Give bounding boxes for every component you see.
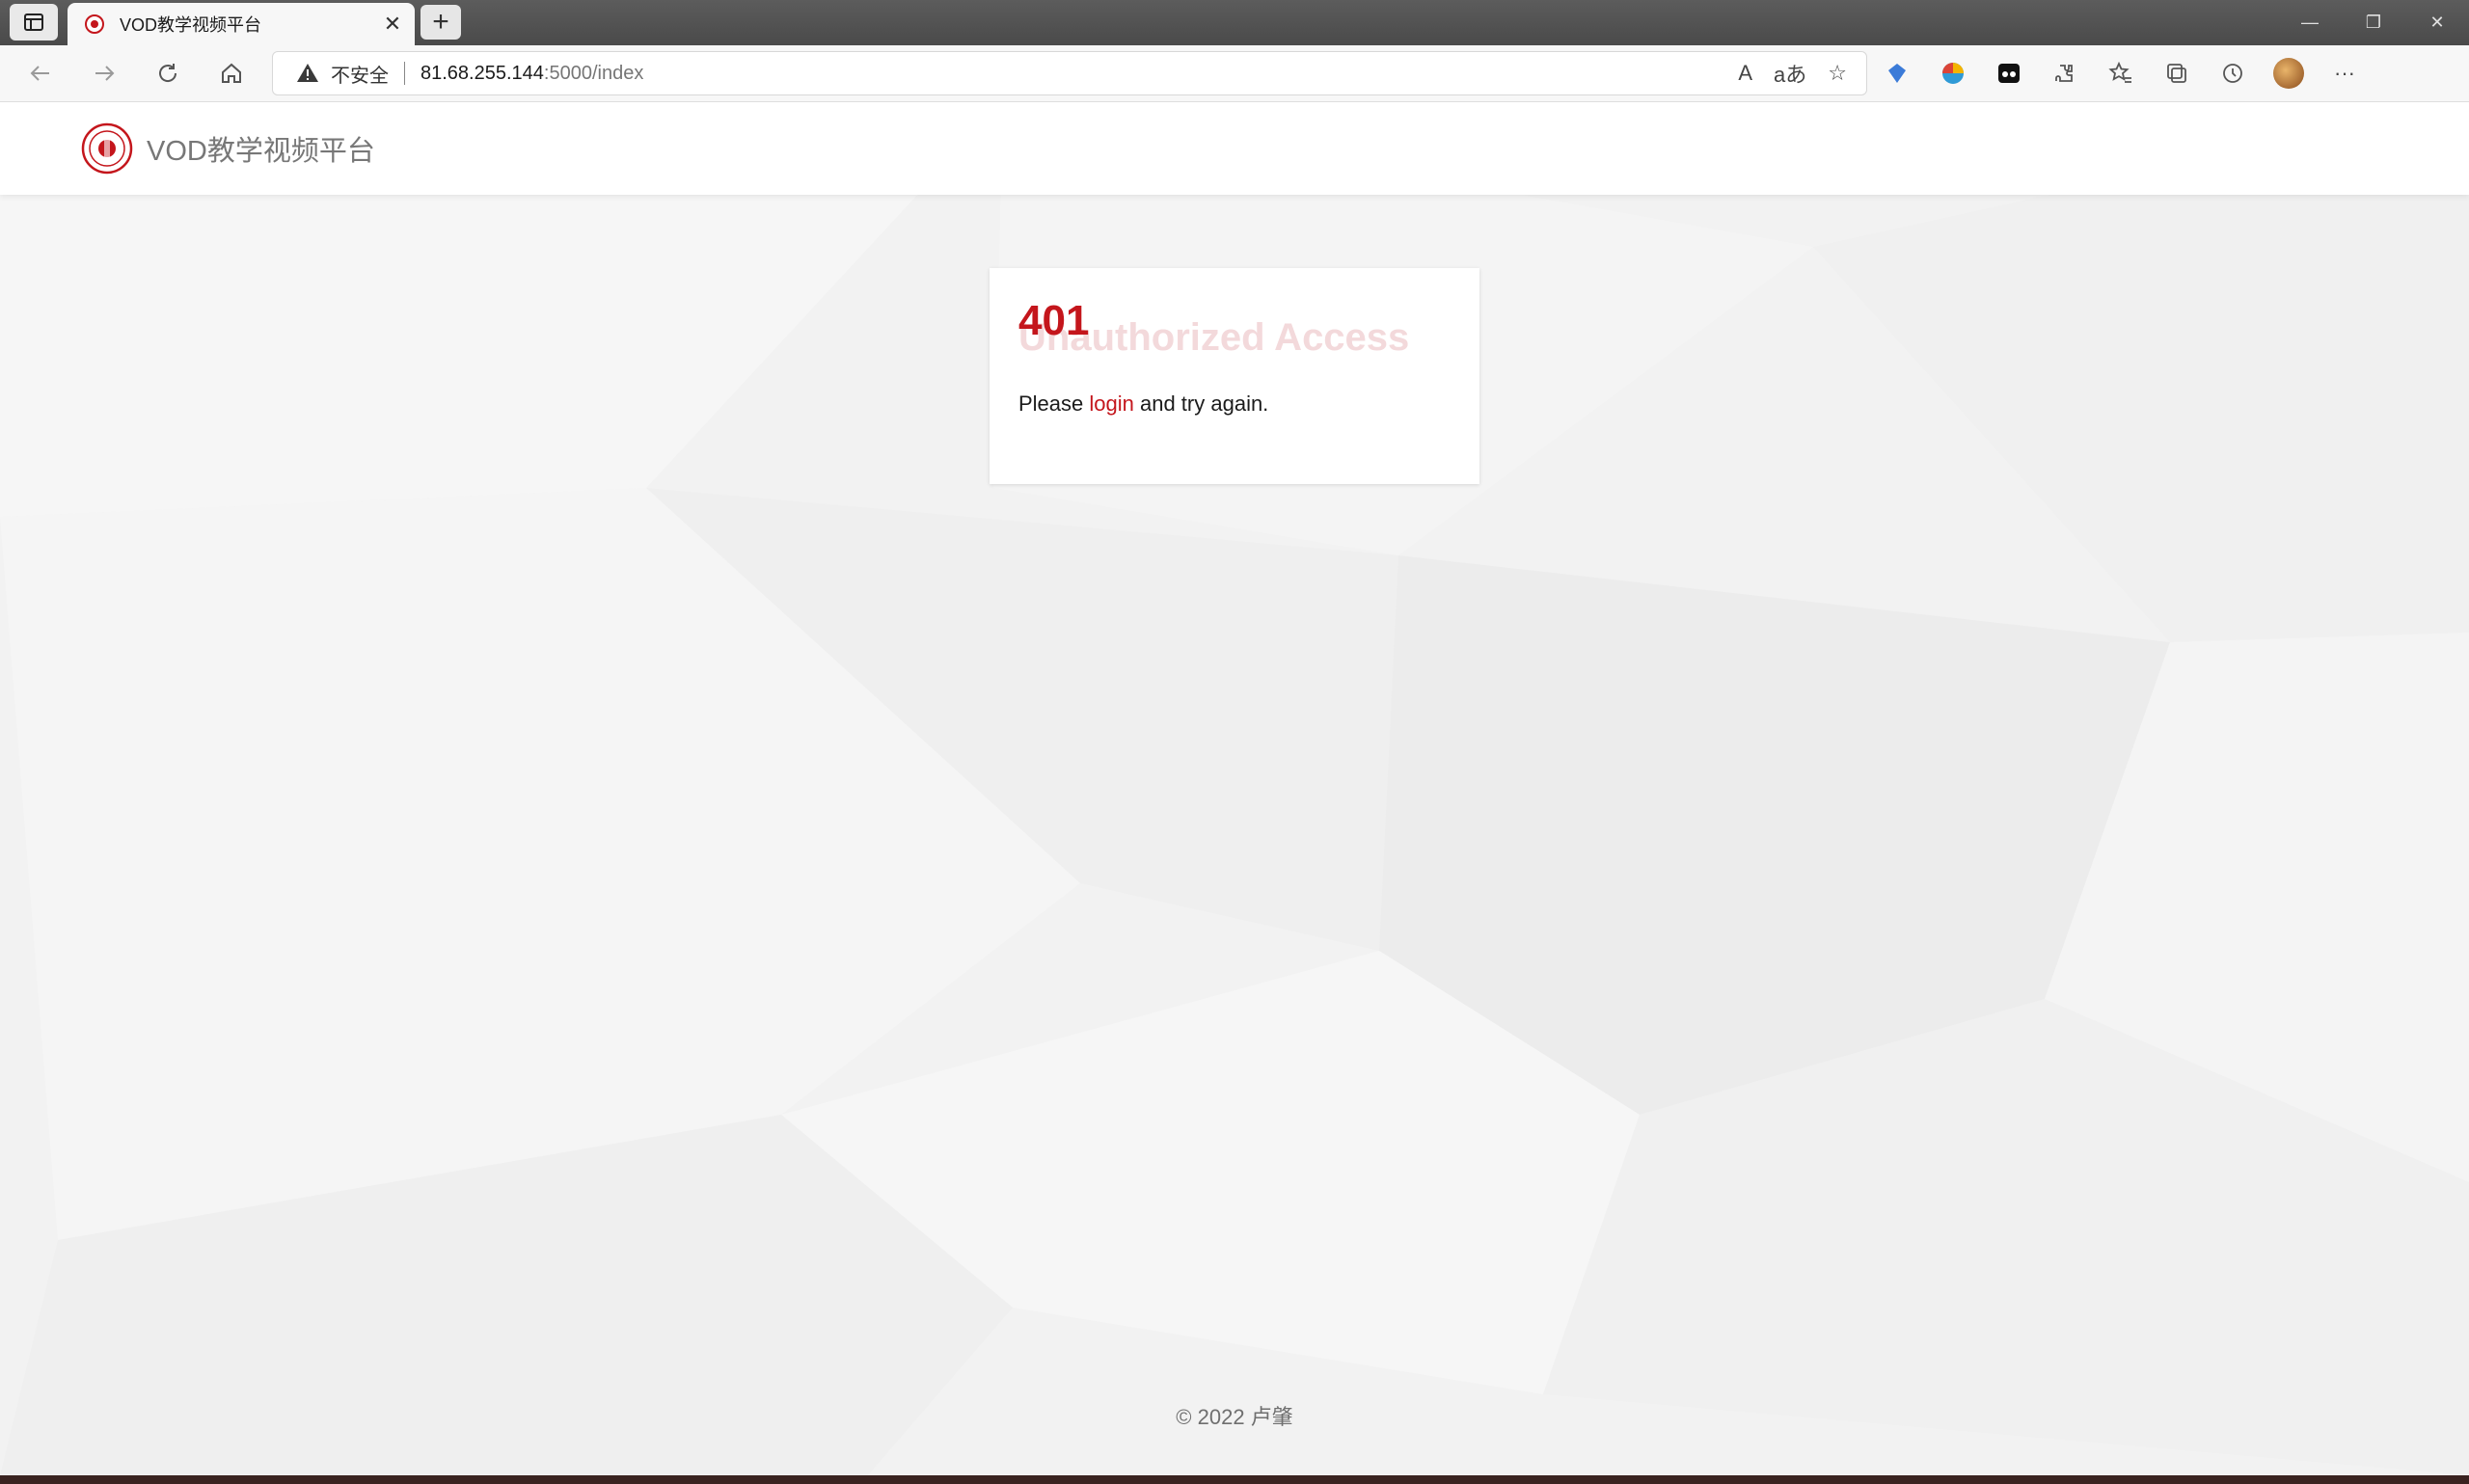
close-window-button[interactable]: ✕ [2405,0,2469,45]
extension-mask-icon[interactable] [1993,57,2025,90]
url-host: 81.68.255.144 [421,62,544,84]
back-button[interactable] [21,57,60,90]
extensions-area: ··· [1881,57,2361,90]
avatar [2273,58,2304,89]
browser-tab[interactable]: VOD教学视频平台 ✕ [68,3,415,45]
login-link[interactable]: login [1089,391,1133,416]
new-tab-button[interactable]: + [421,5,461,40]
home-icon [222,63,241,83]
address-bar[interactable]: 不安全 81.68.255.144 :5000/index A aあ ☆ [272,51,1867,95]
url-path: :5000/index [543,62,644,84]
refresh-icon [159,64,177,82]
refresh-button[interactable] [149,57,187,90]
error-code: 401 [1018,297,1090,344]
history-icon[interactable] [2216,57,2249,90]
message-prefix: Please [1018,391,1090,416]
add-favorite-icon[interactable]: ☆ [1828,61,1847,86]
read-aloud-icon[interactable]: A [1738,61,1752,86]
maximize-button[interactable]: ❐ [2342,0,2405,45]
browser-tabstrip: VOD教学视频平台 ✕ + — ❐ ✕ [0,0,2469,45]
tab-actions-button[interactable] [10,4,58,40]
forward-button[interactable] [85,57,123,90]
extension-color-icon[interactable] [1937,57,1969,90]
collections-icon[interactable] [2160,57,2193,90]
forward-arrow-icon [95,66,115,81]
browser-toolbar: 不安全 81.68.255.144 :5000/index A aあ ☆ ··· [0,45,2469,102]
tab-actions-icon [24,13,43,31]
home-button[interactable] [212,57,251,90]
favorites-icon[interactable] [2104,57,2137,90]
minimize-button[interactable]: — [2278,0,2342,45]
extensions-icon[interactable] [2048,57,2081,90]
window-controls: — ❐ ✕ [2278,0,2469,45]
extension-blue-icon[interactable] [1881,57,1913,90]
error-card: Unauthorized Access 401 Please login and… [990,268,1479,484]
error-message: Please login and try again. [1018,391,1268,417]
site-brand-title[interactable]: VOD教学视频平台 [147,128,375,169]
message-suffix: and try again. [1133,391,1269,416]
taskbar-edge [0,1475,2469,1484]
page-viewport: VOD教学视频平台 Unauthorized Access 401 Please… [0,102,2469,1475]
translate-icon[interactable]: aあ [1774,58,1806,89]
more-icon[interactable]: ··· [2328,57,2361,90]
security-status-label[interactable]: 不安全 [331,60,389,88]
tab-title: VOD教学视频平台 [120,15,262,35]
university-logo[interactable] [81,122,133,175]
address-icons: A aあ ☆ [1738,52,1847,94]
tab-close-icon[interactable]: ✕ [378,12,407,37]
warning-icon [297,64,318,82]
site-footer: © 2022 卢肇 [1176,1405,1293,1429]
address-separator [404,62,405,85]
site-favicon-icon [85,14,104,34]
site-header: VOD教学视频平台 [0,102,2469,195]
profile-avatar[interactable] [2272,57,2305,90]
back-arrow-icon [30,66,49,81]
